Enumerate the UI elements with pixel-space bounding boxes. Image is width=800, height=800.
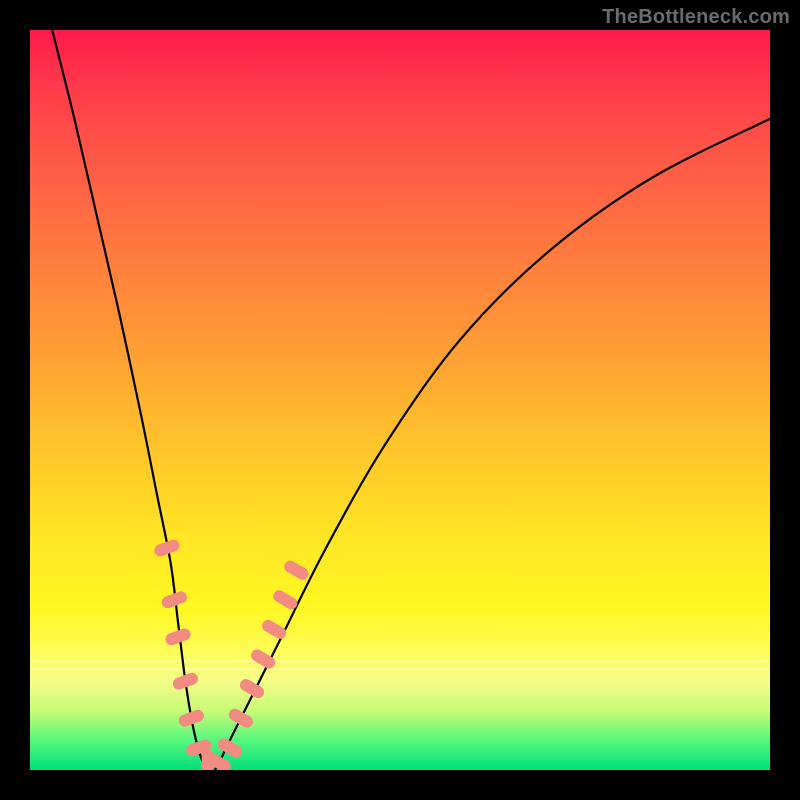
curve-group: [52, 30, 770, 770]
bottleneck-curve: [52, 30, 770, 770]
curve-svg: [30, 30, 770, 770]
curve-marker: [249, 647, 278, 670]
curve-marker: [282, 559, 311, 582]
chart-canvas: TheBottleneck.com: [0, 0, 800, 800]
curve-marker: [227, 707, 256, 730]
curve-marker: [177, 708, 206, 728]
watermark-label: TheBottleneck.com: [602, 6, 790, 29]
curve-marker: [260, 618, 289, 641]
plot-area: [30, 30, 770, 770]
